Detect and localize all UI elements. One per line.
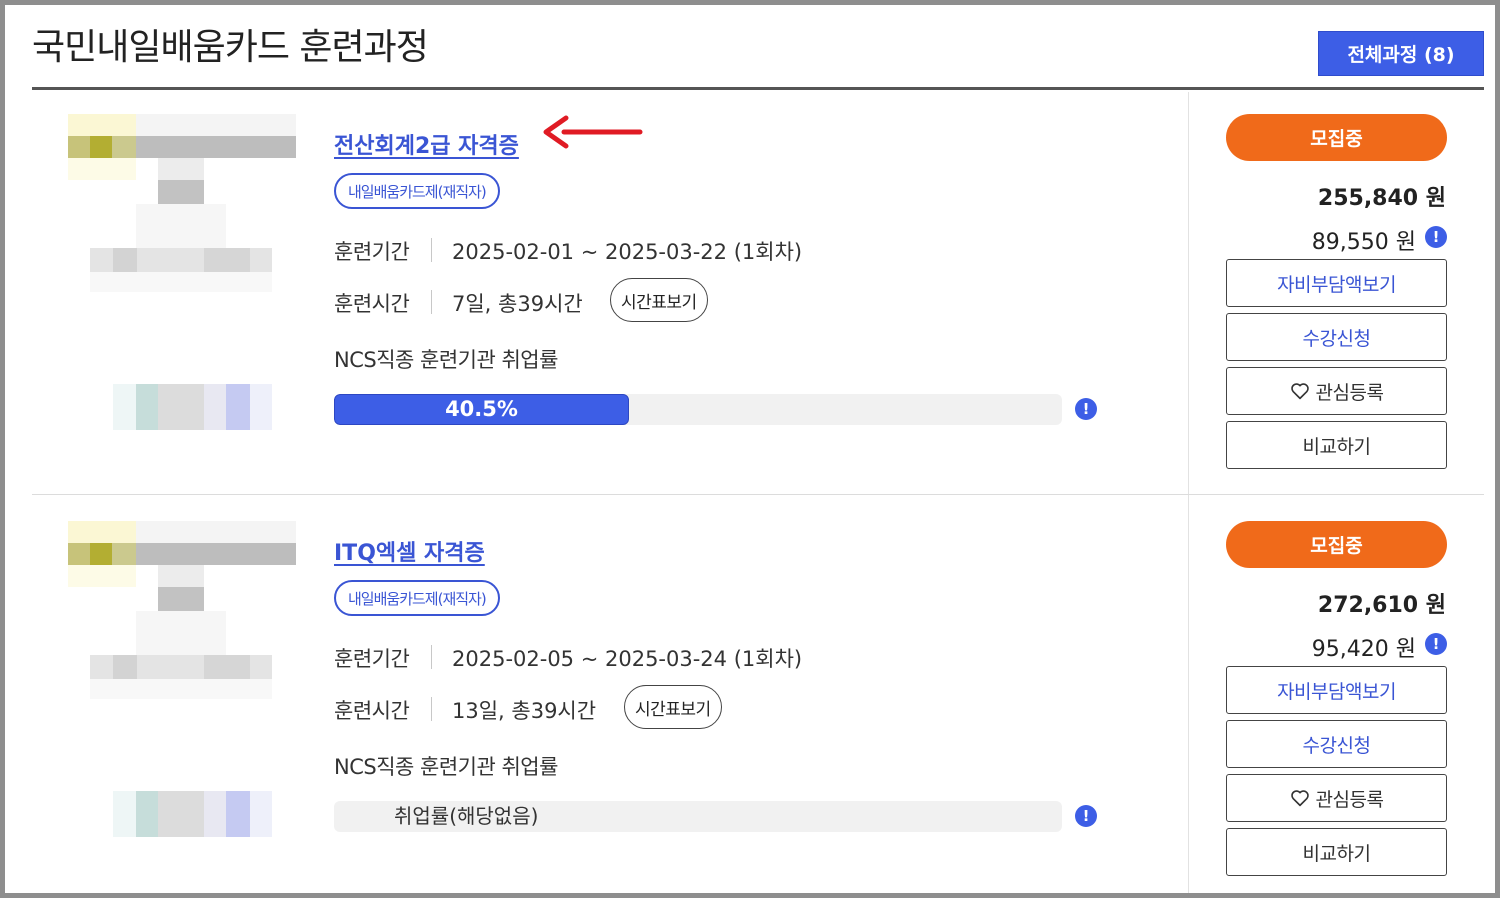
red-arrow-annotation: [543, 115, 643, 149]
label-separator: [431, 238, 432, 262]
hours-label: 훈련시간: [334, 292, 410, 316]
self-pay-button-label: 자비부담액보기: [1277, 680, 1396, 703]
compare-button-label: 비교하기: [1302, 842, 1371, 865]
course-card: 전산회계2급 자격증 내일배움카드제(재직자) 훈련기간 2025-02-01 …: [0, 100, 1500, 500]
period-value: 2025-02-01 ~ 2025-03-22 (1회차): [452, 240, 803, 264]
self-pay-price: 89,550 원: [1311, 230, 1416, 255]
ncs-employment-label: NCS직종 훈련기관 취업률: [334, 348, 558, 372]
self-pay-button[interactable]: 자비부담액보기: [1226, 259, 1447, 307]
favorite-button-label: 관심등록: [1315, 788, 1384, 811]
course-price: 272,610 원: [1317, 593, 1446, 618]
compare-button[interactable]: 비교하기: [1226, 421, 1447, 469]
favorite-button-label: 관심등록: [1315, 381, 1384, 404]
hours-label: 훈련시간: [334, 699, 410, 723]
status-badge: 모집중: [1226, 114, 1447, 161]
period-label: 훈련기간: [334, 240, 410, 264]
info-icon[interactable]: !: [1425, 633, 1447, 655]
employment-rate-bar: 40.5%: [334, 394, 1062, 425]
label-separator: [431, 697, 432, 721]
hours-value: 7일, 총39시간: [452, 292, 583, 316]
course-title-link[interactable]: 전산회계2급 자격증: [334, 128, 519, 160]
ncs-employment-label: NCS직종 훈련기관 취업률: [334, 755, 558, 779]
self-pay-button[interactable]: 자비부담액보기: [1226, 666, 1447, 714]
apply-button[interactable]: 수강신청: [1226, 313, 1447, 361]
self-pay-button-label: 자비부담액보기: [1277, 273, 1396, 296]
compare-button-label: 비교하기: [1302, 435, 1371, 458]
status-badge: 모집중: [1226, 521, 1447, 568]
apply-button[interactable]: 수강신청: [1226, 720, 1447, 768]
employment-rate-text: 40.5%: [445, 397, 518, 421]
apply-button-label: 수강신청: [1302, 327, 1371, 350]
course-type-tag: 내일배움카드제(재직자): [334, 173, 500, 209]
favorite-button[interactable]: 관심등록: [1226, 774, 1447, 822]
period-label: 훈련기간: [334, 647, 410, 671]
course-thumbnail[interactable]: [68, 114, 296, 434]
hours-value: 13일, 총39시간: [452, 699, 597, 723]
schedule-button[interactable]: 시간표보기: [624, 685, 722, 729]
info-icon[interactable]: !: [1075, 398, 1097, 420]
heart-icon: [1290, 383, 1309, 400]
apply-button-label: 수강신청: [1302, 734, 1371, 757]
page-title: 국민내일배움카드 훈련과정: [32, 27, 429, 68]
course-card: ITQ엑셀 자격증 내일배움카드제(재직자) 훈련기간 2025-02-05 ~…: [0, 507, 1500, 898]
schedule-button[interactable]: 시간표보기: [610, 278, 708, 322]
header: 국민내일배움카드 훈련과정 전체과정 (8): [32, 18, 1484, 90]
employment-rate-bar: 취업률(해당없음): [334, 801, 1062, 832]
course-title-link[interactable]: ITQ엑셀 자격증: [334, 535, 485, 567]
course-thumbnail[interactable]: [68, 521, 296, 841]
label-separator: [431, 645, 432, 669]
course-price: 255,840 원: [1317, 186, 1446, 211]
period-value: 2025-02-05 ~ 2025-03-24 (1회차): [452, 647, 803, 671]
heart-icon: [1290, 790, 1309, 807]
info-icon[interactable]: !: [1075, 805, 1097, 827]
all-courses-button[interactable]: 전체과정 (8): [1318, 31, 1484, 76]
course-type-tag: 내일배움카드제(재직자): [334, 580, 500, 616]
self-pay-price: 95,420 원: [1311, 637, 1416, 662]
employment-rate-text: 취업률(해당없음): [394, 804, 539, 828]
favorite-button[interactable]: 관심등록: [1226, 367, 1447, 415]
compare-button[interactable]: 비교하기: [1226, 828, 1447, 876]
info-icon[interactable]: !: [1425, 226, 1447, 248]
label-separator: [431, 290, 432, 314]
